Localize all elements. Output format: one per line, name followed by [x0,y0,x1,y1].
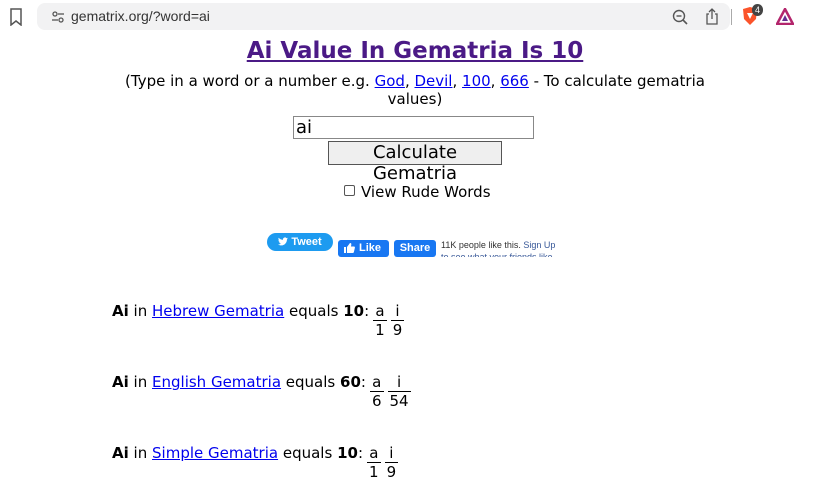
letter-value-pair: i9 [390,302,405,339]
letter-value-pair: a1 [373,302,387,339]
example-link-666[interactable]: 666 [500,72,529,90]
letter-value-pair: i9 [384,444,399,481]
result-value: 10 [337,444,358,462]
gematria-system-link[interactable]: Simple Gematria [152,444,278,462]
letter-value-pair: a1 [367,444,381,481]
shields-count-badge: 4 [752,4,764,16]
title-link[interactable]: Ai Value In Gematria Is 10 [247,38,584,64]
tweet-label: Tweet [291,236,322,248]
url-text[interactable]: gematrix.org/?word=ai [71,8,210,24]
gematria-system-link[interactable]: English Gematria [152,373,281,391]
example-link-god[interactable]: God [375,72,405,90]
letter-value: 1 [369,463,379,481]
letter: i [384,444,399,463]
gematria-system-link[interactable]: Hebrew Gematria [152,302,284,320]
result-word: Ai [112,302,129,320]
bookmark-icon[interactable] [9,8,23,26]
page-title: Ai Value In Gematria Is 10 [0,38,813,64]
toolbar-divider [731,9,732,25]
result-value: 10 [343,302,365,320]
result-word: Ai [112,373,129,391]
letter-value: 1 [375,321,385,339]
letter-value: 9 [392,321,403,339]
letter-value: 54 [389,392,409,410]
like-count-text: 11K people like this. [441,240,521,250]
instructions-prefix: (Type in a word or a number e.g. [125,72,375,90]
rude-words-checkbox[interactable] [344,185,355,196]
word-input[interactable] [293,116,534,139]
thumbs-up-icon [344,243,355,253]
result-equals: equals [289,302,339,320]
letter: a [369,373,384,392]
facebook-like-button[interactable]: Like [338,240,389,257]
letter-value-pair: a6 [369,373,384,410]
example-link-100[interactable]: 100 [462,72,491,90]
example-link-devil[interactable]: Devil [414,72,452,90]
brave-rewards-icon[interactable] [776,8,794,25]
calculate-gematria-button[interactable]: Calculate Gematria [328,141,502,184]
twitter-bird-icon [278,237,289,246]
result-word: Ai [112,444,129,462]
result-in: in [133,302,148,320]
letter: a [373,302,387,321]
letter-value: 9 [386,463,397,481]
result-value: 60 [340,373,361,391]
facebook-like-count: 11K people like this. Sign Up to see wha… [441,239,561,257]
result-row: Ai in Simple Gematria equals 10: a 1 i 9 [112,444,399,481]
result-row: Ai in Hebrew Gematria equals 10: a 1 i 9 [112,302,405,339]
instructions-text: (Type in a word or a number e.g. God, De… [125,72,705,108]
tweet-button[interactable]: Tweet [267,233,333,251]
result-equals: equals [282,444,333,462]
facebook-share-button[interactable]: Share [394,240,436,257]
zoom-out-icon[interactable] [672,9,688,25]
like-label: Like [358,242,381,254]
result-in: in [133,373,148,391]
share-icon[interactable] [705,8,719,25]
letter-value: 6 [371,392,382,410]
letter: i [390,302,405,321]
letter-value-pair: i 54 [387,373,411,410]
result-in: in [133,444,148,462]
site-settings-icon[interactable] [51,10,65,24]
address-bar[interactable]: gematrix.org/?word=ai [37,3,730,30]
browser-toolbar: gematrix.org/?word=ai 4 [0,0,813,34]
letter: i [387,373,411,392]
view-rude-words-option[interactable]: View Rude Words [344,183,491,201]
result-row: Ai in English Gematria equals 60: a 6 i 54 [112,373,411,410]
result-equals: equals [285,373,336,391]
rude-words-label: View Rude Words [361,183,491,201]
letter: a [367,444,381,463]
